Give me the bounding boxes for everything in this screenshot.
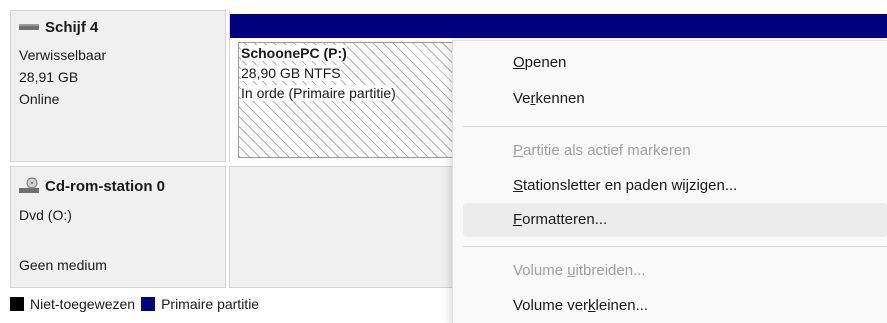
- legend-swatch-unallocated: [10, 297, 24, 311]
- disk4-status: Online: [19, 91, 60, 107]
- menu-accel: F: [513, 211, 523, 228]
- disk4-size: 28,91 GB: [19, 69, 79, 85]
- disk4-name: Schijf 4: [45, 19, 99, 36]
- menu-label-post: kennen: [535, 90, 585, 107]
- menu-item-openen[interactable]: Openen: [463, 46, 887, 80]
- menu-label-pre: Volume: [513, 262, 568, 279]
- menu-accel: k: [588, 297, 596, 314]
- legend-unallocated: Niet-toegewezen: [10, 296, 135, 312]
- menu-item-extend-volume[interactable]: Volume uitbreiden...: [463, 254, 887, 288]
- menu-item-verkennen[interactable]: Verkennen: [463, 82, 887, 116]
- menu-label-post: leinen...: [595, 297, 649, 314]
- partition-size: 28,90 GB NTFS: [241, 65, 341, 81]
- menu-label-pre: Ve: [513, 90, 531, 107]
- menu-accel: P: [513, 142, 524, 159]
- menu-item-shrink-volume[interactable]: Volume verkleinen...: [463, 289, 887, 323]
- menu-item-change-drive-letter[interactable]: Stationsletter en paden wijzigen...: [463, 169, 887, 203]
- menu-separator: [463, 126, 887, 127]
- menu-label-post: itbreiden...: [575, 262, 646, 279]
- disk4-type: Verwisselbaar: [19, 47, 107, 63]
- partition-schoonepc[interactable]: SchoonePC (P:) 28,90 GB NTFS In orde (Pr…: [238, 42, 458, 158]
- menu-label-pre: Volume ver: [513, 297, 589, 314]
- cdrom-status: Geen medium: [19, 257, 107, 273]
- disk4-title: Schijf 4: [19, 19, 98, 36]
- menu-label-post: artitie als actief markeren: [523, 142, 691, 159]
- menu-label-post: tationsletter en paden wijzigen...: [523, 177, 738, 194]
- menu-accel: O: [513, 54, 525, 71]
- menu-item-format[interactable]: Formatteren...: [463, 203, 887, 237]
- cdrom-title: Cd-rom-station 0: [19, 177, 165, 195]
- menu-item-mark-active[interactable]: Partitie als actief markeren: [463, 134, 887, 168]
- menu-accel: S: [513, 177, 524, 194]
- legend-swatch-primary: [141, 297, 156, 311]
- legend-label-unallocated: Niet-toegewezen: [30, 296, 136, 312]
- primary-partition-bar: [230, 14, 887, 38]
- legend: Niet-toegewezen Primaire partitie: [10, 296, 265, 312]
- legend-label-primary: Primaire partitie: [161, 296, 260, 312]
- menu-accel: u: [567, 262, 576, 279]
- context-menu: Openen Verkennen Partitie als actief mar…: [452, 40, 887, 323]
- partition-name: SchoonePC (P:): [241, 45, 347, 61]
- cdrom-type: Dvd (O:): [19, 207, 72, 223]
- disk4-info-panel[interactable]: Schijf 4 Verwisselbaar 28,91 GB Online: [10, 10, 226, 162]
- cdrom-name: Cd-rom-station 0: [45, 177, 165, 195]
- removable-disk-icon: [19, 23, 39, 30]
- menu-separator: [463, 246, 887, 247]
- cdrom-info-panel[interactable]: Cd-rom-station 0 Dvd (O:) Geen medium: [10, 166, 226, 288]
- partition-status: In orde (Primaire partitie): [241, 85, 396, 101]
- menu-label-post: penen: [524, 54, 567, 71]
- cd-rom-drive-icon: [19, 177, 39, 193]
- menu-label-post: ormatteren...: [522, 211, 608, 228]
- legend-primary: Primaire partitie: [141, 296, 259, 312]
